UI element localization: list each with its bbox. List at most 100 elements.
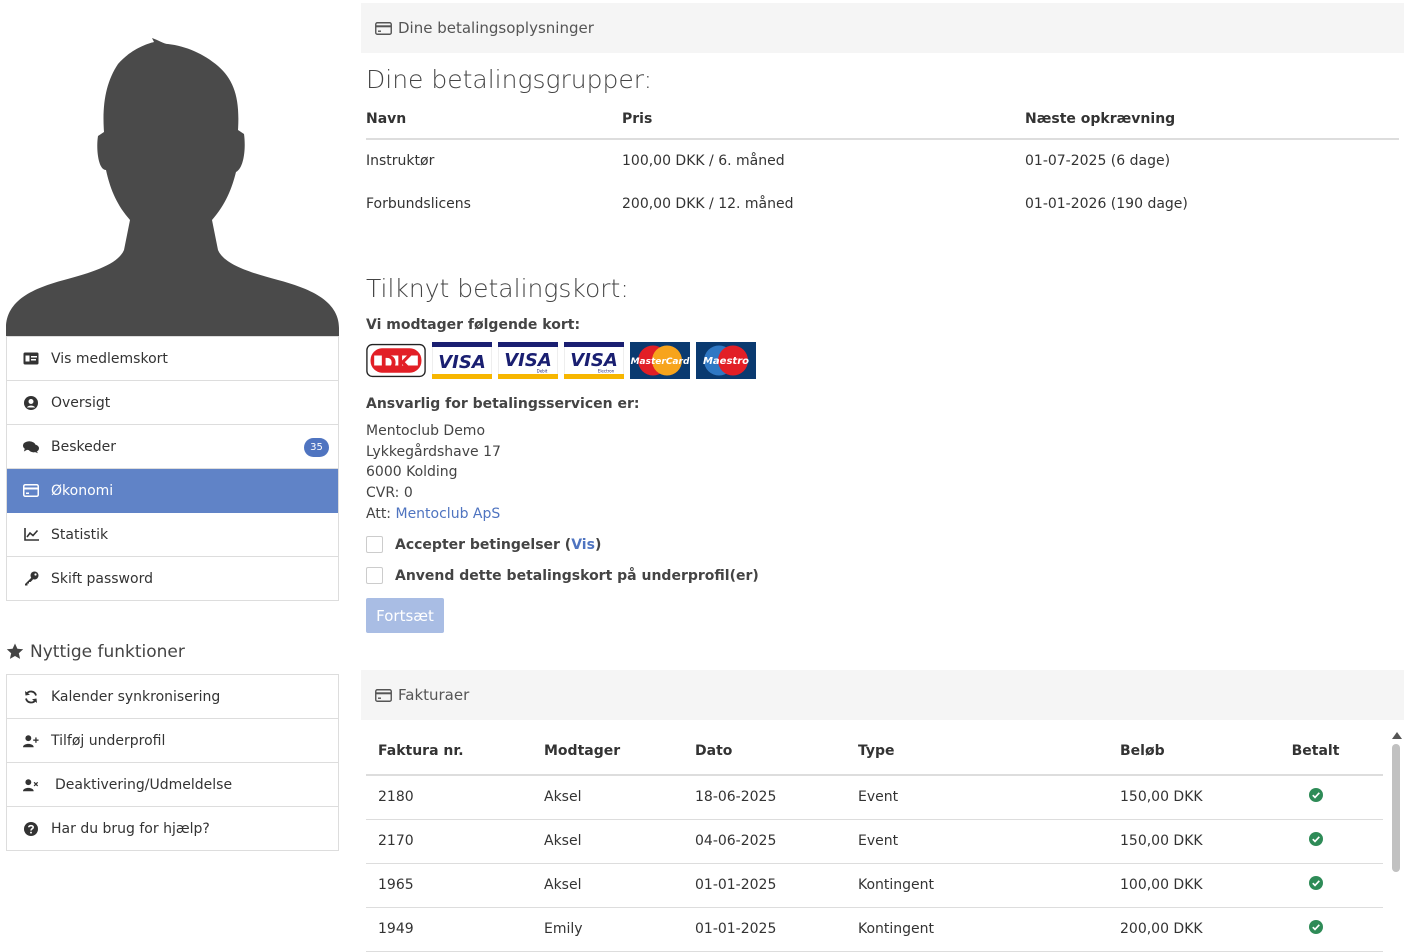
invoices-panel-title: Fakturaer: [398, 686, 470, 704]
column-header: Næste opkrævning: [1025, 100, 1399, 140]
menu-item-label: Deaktivering/Udmeldelse: [55, 776, 233, 793]
group-next-charge: 01-01-2026 (190 dage): [1025, 195, 1188, 212]
view-terms-link[interactable]: Vis: [571, 537, 595, 553]
invoice-type: Kontingent: [846, 907, 1108, 952]
question-circle-icon: [23, 821, 39, 837]
check-circle-icon: [1308, 920, 1323, 934]
address-city: 6000 Kolding: [366, 464, 458, 481]
paid-status: [1248, 775, 1383, 820]
menu-item-label: Statistik: [51, 526, 109, 543]
paid-status: [1248, 819, 1383, 864]
messages-count-badge: 35: [304, 438, 329, 457]
line-chart-icon: [23, 527, 39, 543]
accept-terms-label: Accepter betingelser (: [395, 536, 572, 553]
key-icon: [23, 571, 39, 587]
menu-item-skift-password[interactable]: Skift password: [7, 557, 338, 601]
menu-item-hjaelp[interactable]: Har du brug for hjælp?: [7, 807, 338, 851]
scroll-thumb[interactable]: [1392, 744, 1400, 872]
table-row[interactable]: 2180 Aksel 18-06-2025 Event 150,00 DKK: [366, 775, 1383, 820]
visa-electron-logo: VISA Electron: [564, 342, 624, 379]
apply-subprofile-checkbox[interactable]: [366, 567, 383, 584]
svg-text:DK: DK: [380, 351, 414, 375]
menu-item-deaktivering[interactable]: Deaktivering/Udmeldelse: [7, 763, 338, 807]
menu-item-label: Skift password: [51, 570, 153, 587]
column-header: Faktura nr.: [366, 728, 532, 776]
attach-card-heading: Tilknyt betalingskort:: [366, 274, 629, 303]
menu-item-beskeder[interactable]: Beskeder 35: [7, 425, 338, 469]
group-name: Instruktør: [366, 153, 435, 169]
invoice-number: 1965: [366, 863, 532, 908]
invoices-table: Faktura nr. Modtager Dato Type Beløb Bet…: [366, 728, 1383, 952]
svg-text:VISA: VISA: [438, 352, 486, 373]
maestro-logo: Maestro: [696, 342, 756, 379]
invoice-type: Event: [846, 775, 1108, 820]
menu-item-okonomi[interactable]: Økonomi: [7, 469, 338, 513]
apply-subprofile-row: Anvend dette betalingskort på underprofi…: [366, 567, 759, 584]
invoice-recipient: Emily: [532, 907, 683, 952]
menu-item-label: Beskeder: [51, 438, 116, 455]
menu-item-kalender-synkronisering[interactable]: Kalender synkronisering: [7, 675, 338, 719]
credit-card-icon: [23, 483, 39, 499]
payment-groups-heading: Dine betalingsgrupper:: [366, 65, 653, 94]
paid-status: [1248, 907, 1383, 952]
user-times-icon: [23, 777, 39, 793]
menu-item-label: Kalender synkronisering: [51, 688, 221, 705]
invoices-panel-header: Fakturaer: [361, 670, 1404, 720]
address-att: Att: Mentoclub ApS: [366, 505, 501, 522]
invoice-number: 2170: [366, 819, 532, 864]
column-header: Type: [846, 728, 1108, 776]
star-icon: [6, 643, 24, 661]
accepted-cards-label: Vi modtager følgende kort:: [366, 317, 581, 333]
sidebar-menu: Vis medlemskort Oversigt Beskeder 35 Øko…: [6, 336, 339, 601]
svg-text:Electron: Electron: [598, 369, 615, 374]
invoice-recipient: Aksel: [532, 775, 683, 820]
table-row[interactable]: 2170 Aksel 04-06-2025 Event 150,00 DKK: [366, 819, 1383, 864]
apply-subprofile-label: Anvend dette betalingskort på underprofi…: [395, 567, 759, 584]
sync-icon: [23, 689, 39, 705]
useful-functions-title: Nyttige funktioner: [6, 642, 185, 662]
menu-item-vis-medlemskort[interactable]: Vis medlemskort: [7, 337, 338, 381]
check-circle-icon: [1308, 832, 1323, 846]
payment-groups-table: Navn Pris Næste opkrævning Instruktør 10…: [366, 100, 1399, 225]
invoice-amount: 150,00 DKK: [1108, 819, 1248, 864]
invoice-number: 2180: [366, 775, 532, 820]
menu-item-label: Oversigt: [51, 394, 111, 411]
invoice-type: Kontingent: [846, 863, 1108, 908]
invoice-date: 01-01-2025: [683, 907, 846, 952]
accept-terms-checkbox[interactable]: [366, 536, 383, 553]
menu-item-statistik[interactable]: Statistik: [7, 513, 338, 557]
invoice-amount: 100,00 DKK: [1108, 863, 1248, 908]
table-row: Forbundslicens 200,00 DKK / 12. måned 01…: [366, 182, 1399, 225]
invoice-recipient: Aksel: [532, 863, 683, 908]
menu-item-label: Har du brug for hjælp?: [51, 820, 210, 837]
visa-debit-logo: VISA Debit: [498, 342, 558, 379]
att-link[interactable]: Mentoclub ApS: [395, 506, 500, 522]
responsible-label: Ansvarlig for betalingsservicen er:: [366, 396, 640, 412]
mastercard-logo: MasterCard: [630, 342, 690, 379]
invoice-date: 18-06-2025: [683, 775, 846, 820]
scroll-up-arrow-icon[interactable]: [1392, 732, 1402, 739]
column-header: Beløb: [1108, 728, 1248, 776]
user-circle-icon: [23, 395, 39, 411]
credit-card-icon: [375, 688, 392, 702]
group-name: Forbundslicens: [366, 195, 471, 212]
address-company: Mentoclub Demo: [366, 423, 486, 439]
menu-item-oversigt[interactable]: Oversigt: [7, 381, 338, 425]
group-price: 200,00 DKK / 12. måned: [622, 195, 794, 212]
continue-button[interactable]: Fortsæt: [366, 598, 444, 633]
svg-text:Maestro: Maestro: [703, 356, 749, 367]
invoice-recipient: Aksel: [532, 819, 683, 864]
check-circle-icon: [1308, 876, 1323, 890]
table-row[interactable]: 1965 Aksel 01-01-2025 Kontingent 100,00 DKK: [366, 863, 1383, 908]
table-row: Instruktør 100,00 DKK / 6. måned 01-07-2…: [366, 139, 1399, 182]
invoice-type: Event: [846, 819, 1108, 864]
accepted-cards: DK VISA VISA Debit VISA Electron MasterC…: [366, 342, 756, 379]
menu-item-tilfoj-underprofil[interactable]: Tilføj underprofil: [7, 719, 338, 763]
address-cvr: CVR: 0: [366, 485, 413, 502]
responsible-address: Mentoclub Demo Lykkegårdshave 17 6000 Ko…: [366, 421, 501, 525]
group-price: 100,00 DKK / 6. måned: [622, 153, 785, 169]
svg-text:MasterCard: MasterCard: [631, 357, 690, 367]
table-row[interactable]: 1949 Emily 01-01-2025 Kontingent 200,00 DKK: [366, 907, 1383, 952]
useful-functions-menu: Kalender synkronisering Tilføj underprof…: [6, 674, 339, 851]
invoices-scrollbar[interactable]: [1390, 728, 1402, 945]
